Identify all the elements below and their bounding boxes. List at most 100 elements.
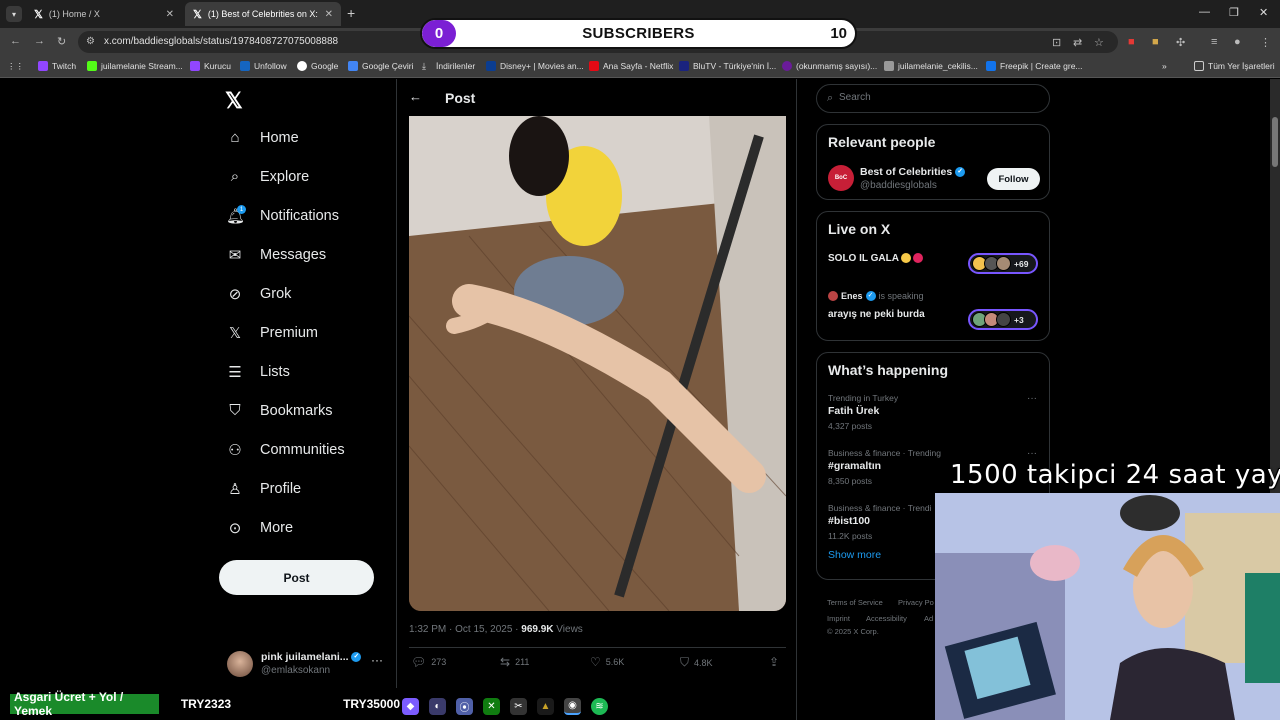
footer-link[interactable]: Accessibility (866, 614, 907, 623)
sidebar-item-premium[interactable]: 𝕏 Premium (226, 324, 318, 342)
follow-button[interactable]: Follow (987, 168, 1040, 190)
bookmark-unfollow[interactable]: Unfollow (240, 61, 287, 71)
xbox-icon[interactable]: ✕ (483, 697, 500, 715)
search-input[interactable] (839, 92, 1029, 103)
capcut-icon[interactable]: ✂ (510, 697, 527, 715)
sidebar-item-grok[interactable]: ⊘ Grok (226, 285, 292, 303)
trend-meta: Business & finance · Trending (828, 448, 941, 458)
bookmark-stream[interactable]: juilamelanie Stream... (87, 61, 183, 71)
restore-icon[interactable]: ❐ (1229, 6, 1239, 19)
like-button[interactable]: ♡ 5.6K (590, 655, 624, 669)
share-icon: ⇪ (769, 655, 780, 669)
bookmark-google[interactable]: Google (297, 61, 338, 71)
show-more-link[interactable]: Show more (828, 549, 881, 561)
search-icon: ⌕ (230, 168, 240, 185)
bookmark-twitch[interactable]: Twitch (38, 61, 76, 71)
scrollbar-thumb[interactable] (1272, 117, 1278, 167)
live-space-title[interactable]: SOLO IL GALA (828, 253, 924, 264)
translate-icon[interactable]: ⇄ (1073, 36, 1082, 49)
live-listeners[interactable]: +69 (968, 253, 1038, 274)
divider (409, 647, 786, 648)
sidebar-item-home[interactable]: ⌂ Home (226, 129, 299, 146)
trend-more-icon[interactable]: ··· (1027, 393, 1037, 404)
sidebar-item-label: Home (260, 129, 299, 146)
browser-tab-post[interactable]: 𝕏 (1) Best of Celebrities on X: "Ecr ✕ (185, 2, 341, 26)
footer-link[interactable]: Terms of Service (827, 598, 883, 607)
repost-button[interactable]: ⇆ 211 (500, 655, 529, 669)
trend-name[interactable]: #bist100 (828, 515, 870, 527)
sidebar-item-lists[interactable]: ☰ Lists (226, 363, 290, 381)
bookmark-blutv[interactable]: BluTV - Türkiye'nin İ... (679, 61, 776, 71)
verified-icon: ✓ (865, 291, 876, 301)
sidebar-item-label: Bookmarks (260, 402, 333, 419)
back-icon[interactable]: ← (10, 35, 21, 47)
post-image[interactable] (409, 116, 786, 611)
install-app-icon[interactable]: ⊡ (1052, 36, 1061, 49)
sidebar-item-profile[interactable]: ♙ Profile (226, 480, 301, 498)
forward-icon[interactable]: → (34, 35, 45, 47)
bookmark-icon: ⛉ (680, 655, 690, 669)
reload-icon[interactable]: ↻ (57, 35, 66, 48)
sidebar-item-messages[interactable]: ✉ Messages (226, 246, 326, 264)
relevant-name[interactable]: Best of Celebrities ✓ (860, 166, 966, 178)
bookmark-downloads[interactable]: ⤓ İndirilenler (422, 61, 475, 71)
app-icon-2[interactable]: ◐ (429, 697, 446, 715)
close-tab-icon[interactable]: ✕ (325, 9, 333, 20)
reply-button[interactable]: 💬︎ 273 (411, 655, 446, 669)
media-control-icon[interactable]: ≡ (1211, 36, 1217, 48)
bookmark-netflix[interactable]: Ana Sayfa - Netflix (589, 61, 673, 71)
live-space-title[interactable]: arayış ne peki burda (828, 309, 925, 320)
post-button[interactable]: Post (219, 560, 374, 595)
sidebar-item-explore[interactable]: ⌕ Explore (226, 168, 309, 185)
browser-menu-icon[interactable]: ⋮ (1260, 36, 1271, 49)
apps-icon[interactable]: ⋮⋮ (7, 61, 24, 72)
search-box[interactable]: ⌕ (816, 84, 1050, 113)
bookmarks-overflow-icon[interactable]: » (1162, 61, 1167, 71)
account-menu-icon[interactable]: ··· (371, 653, 383, 667)
avatar[interactable] (227, 651, 253, 677)
mail-icon: ✉ (228, 247, 242, 264)
share-button[interactable]: ⇪ (769, 655, 779, 669)
footer-link[interactable]: Ad (924, 614, 933, 623)
extensions-icon[interactable]: ✣ (1176, 36, 1185, 49)
account-name[interactable]: pink juilamelani... ✓ (261, 651, 362, 663)
close-window-icon[interactable]: ✕ (1259, 6, 1268, 19)
footer-link[interactable]: Imprint (827, 614, 850, 623)
bookmark-freepik[interactable]: Freepik | Create gre... (986, 61, 1083, 71)
profile-avatar-icon[interactable]: ● (1234, 36, 1241, 48)
minimize-icon[interactable]: — (1199, 6, 1210, 18)
bookmark-unread[interactable]: (okunmamış sayısı)... (782, 61, 877, 71)
all-bookmarks-folder[interactable]: Tüm Yer İşaretleri (1194, 61, 1275, 71)
sidebar-item-bookmarks[interactable]: ⛉ Bookmarks (226, 402, 333, 419)
app-icon-1[interactable]: ◆ (402, 697, 419, 715)
bookmark-kurucu[interactable]: Kurucu (190, 61, 231, 71)
trend-name[interactable]: Fatih Ürek (828, 405, 879, 417)
bookmark-cekilis[interactable]: juilamelanie_cekilis... (884, 61, 978, 71)
x-logo-icon[interactable]: 𝕏 (225, 88, 243, 114)
trend-more-icon[interactable]: ··· (1027, 448, 1037, 459)
sidebar-item-more[interactable]: ⊙ More (226, 519, 293, 537)
back-arrow-icon[interactable]: ← (409, 89, 422, 104)
extension-yellow-icon[interactable]: ■ (1152, 36, 1159, 48)
new-tab-button[interactable]: + (347, 5, 355, 21)
footer-link[interactable]: Privacy Po (898, 598, 934, 607)
extension-red-icon[interactable]: ■ (1128, 36, 1135, 48)
site-info-icon[interactable]: ⚙ (86, 36, 95, 47)
spotify-icon[interactable]: ≋ (591, 697, 608, 715)
app-icon-6[interactable]: ▲ (537, 697, 554, 715)
sidebar-item-label: Messages (260, 247, 327, 263)
chrome-icon[interactable]: ◉ (564, 697, 581, 715)
bookmark-star-icon[interactable]: ☆ (1094, 36, 1104, 49)
tab-search-button[interactable]: ▾ (6, 6, 22, 22)
avatar[interactable]: BoC (828, 165, 854, 191)
app-icon-3[interactable]: ⦿ (456, 697, 473, 715)
bookmark-disney[interactable]: Disney+ | Movies an... (486, 61, 584, 71)
live-listeners[interactable]: +3 (968, 309, 1038, 330)
bookmark-translate[interactable]: Google Çeviri (348, 61, 414, 71)
browser-tab-home[interactable]: 𝕏 (1) Home / X ✕ (26, 2, 182, 26)
bookmark-button[interactable]: ⛉ 4.8K (680, 655, 713, 670)
trend-name[interactable]: #gramaltın (828, 460, 881, 472)
close-tab-icon[interactable]: ✕ (166, 9, 174, 20)
trend-count: 11.2K posts (828, 531, 873, 541)
sidebar-item-communities[interactable]: ⚇ Communities (226, 441, 344, 459)
